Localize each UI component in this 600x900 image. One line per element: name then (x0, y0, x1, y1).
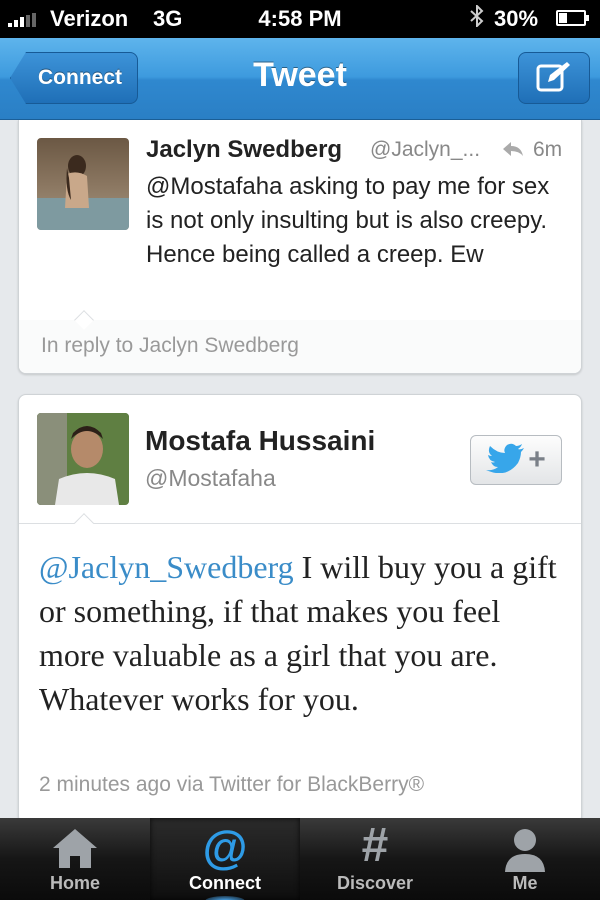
tweet-timestamp: 6m (533, 138, 563, 161)
battery-icon (556, 10, 589, 26)
compose-button[interactable] (518, 52, 590, 104)
at-icon: @ (202, 821, 248, 873)
follow-bird-icon (486, 443, 526, 478)
avatar[interactable] (37, 138, 129, 230)
tab-discover[interactable]: # Discover (300, 818, 450, 900)
hash-icon: # (361, 819, 389, 872)
plus-icon: + (528, 443, 546, 476)
battery-percent: 30% (494, 6, 539, 31)
page-title: Tweet (253, 56, 347, 94)
mention-link[interactable]: @Jaclyn_Swedberg (39, 549, 294, 585)
tab-label: Connect (189, 873, 261, 893)
author-handle: @Mostafaha (145, 465, 276, 491)
divider (19, 523, 581, 524)
notch (74, 513, 94, 533)
tweet-text: @Jaclyn_Swedberg I will buy you a gift o… (39, 545, 569, 721)
tab-label: Discover (336, 873, 414, 893)
author-handle: @Jaclyn_... (370, 138, 481, 161)
compose-icon (536, 60, 572, 97)
follow-button[interactable]: + (470, 435, 562, 485)
tab-home[interactable]: Home (0, 818, 150, 900)
reply-arrow-icon (501, 138, 525, 164)
tab-connect[interactable]: @ Connect (150, 818, 300, 900)
tweet-text: @Mostafaha asking to pay me for sex is n… (146, 173, 550, 268)
status-bar: Verizon 3G 4:58 PM 30% (0, 0, 600, 38)
tab-bar: Home @ Connect # Discover Me (0, 818, 600, 900)
author-name[interactable]: Mostafa Hussaini (145, 425, 375, 457)
tab-label: Home (49, 873, 100, 893)
main-tweet-card: Mostafa Hussaini @Mostafaha + @Jaclyn_Sw… (18, 394, 582, 824)
person-icon (502, 826, 548, 877)
bluetooth-icon (470, 3, 484, 33)
reply-context-label: In reply to Jaclyn Swedberg (41, 334, 299, 357)
home-icon (50, 826, 100, 875)
avatar[interactable] (37, 413, 129, 505)
replied-tweet-card[interactable]: Jaclyn Swedberg @Jaclyn_... 6m @Mostafah… (18, 120, 582, 374)
tweet-meta: 2 minutes ago via Twitter for BlackBerry… (39, 773, 425, 796)
active-tab-indicator (205, 896, 245, 900)
navigation-bar: Connect Tweet (0, 38, 600, 120)
author-name[interactable]: Jaclyn Swedberg (146, 136, 342, 164)
tab-me[interactable]: Me (450, 818, 600, 900)
